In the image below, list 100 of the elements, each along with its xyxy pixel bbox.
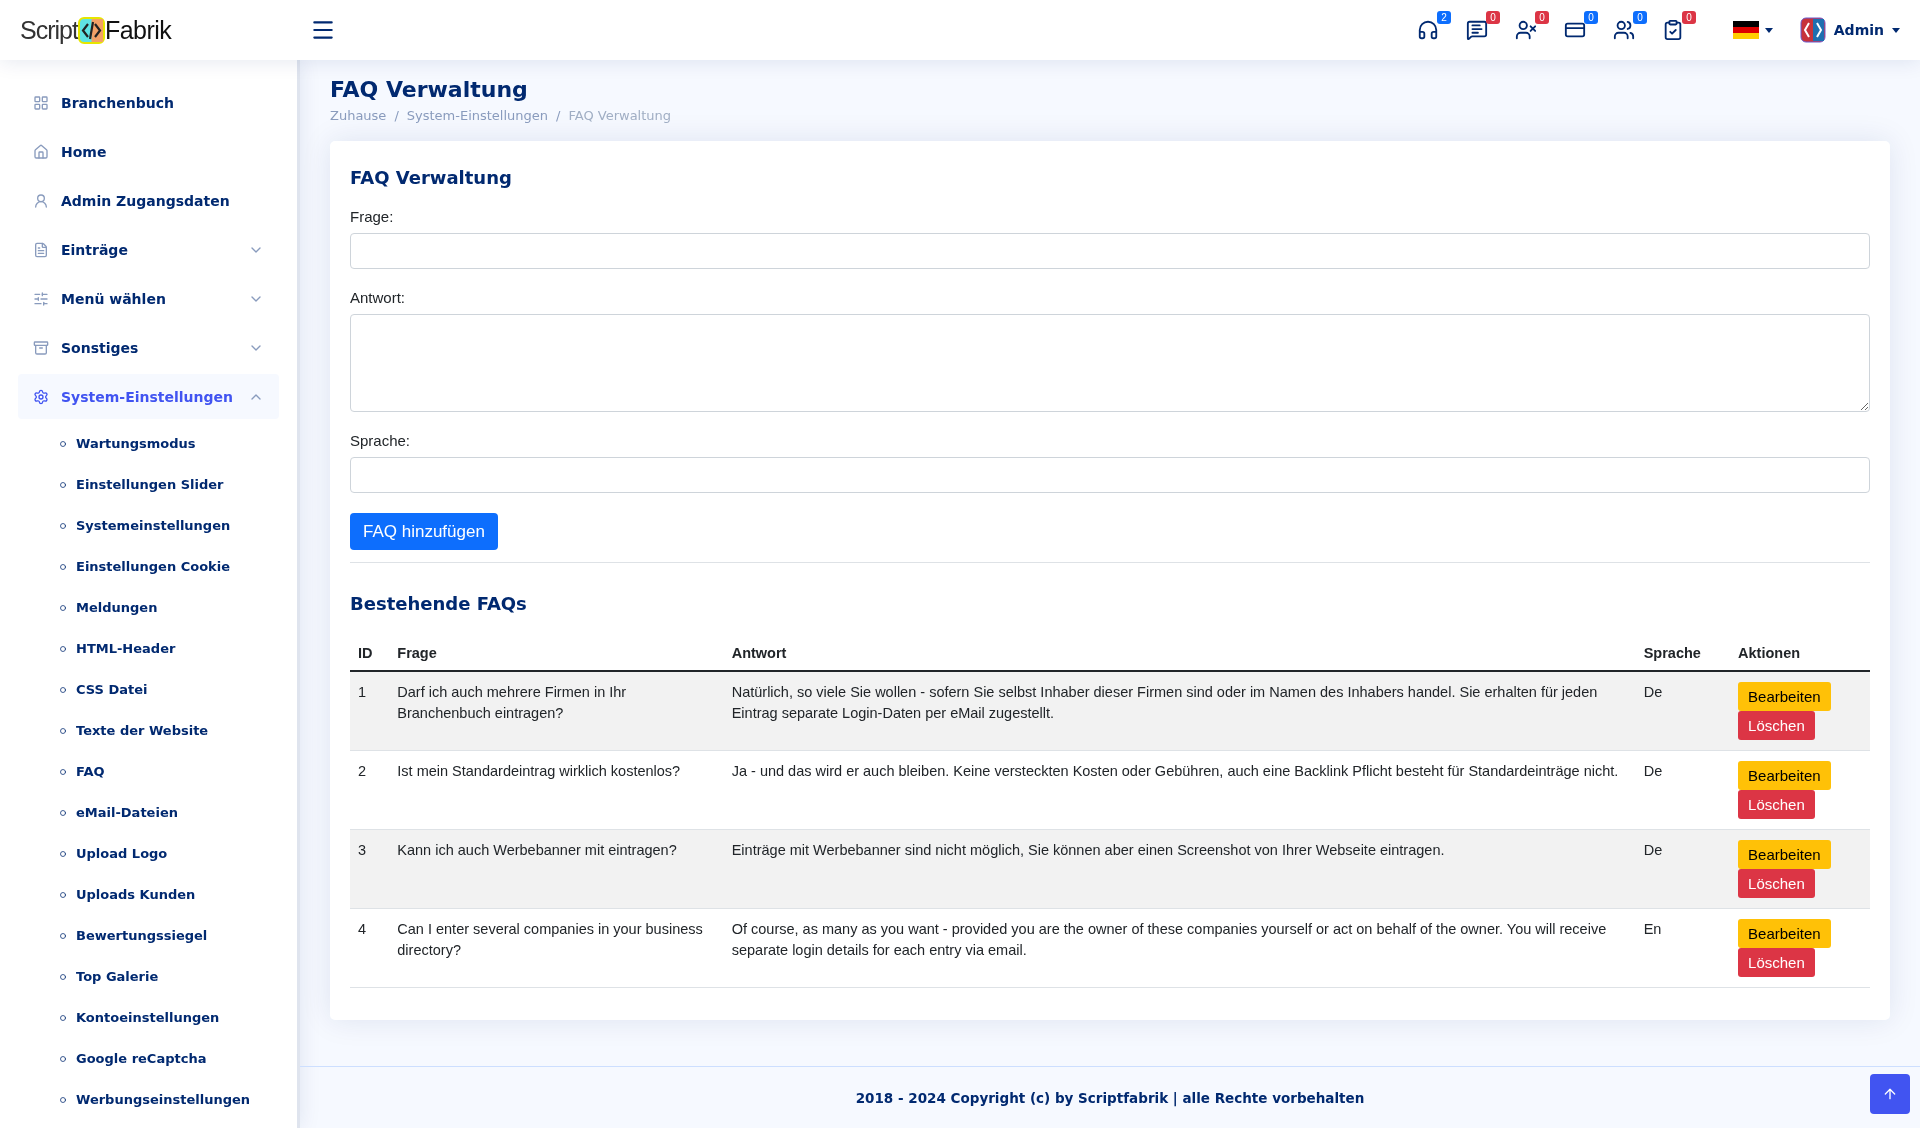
copyright-text: 2018 - 2024 Copyright (c) by Scriptfabrik | alle Rechte vorbehalten xyxy=(855,1089,1365,1106)
add-faq-button[interactable]: FAQ hinzufügen xyxy=(350,513,498,550)
table-cell: 1 xyxy=(350,671,390,751)
circle-icon xyxy=(60,481,66,488)
circle-icon xyxy=(60,768,66,775)
table-cell: De xyxy=(1635,671,1731,751)
section-title: Bestehende FAQs xyxy=(350,593,528,614)
users-icon xyxy=(1612,19,1635,41)
table-cell: Ist mein Standardeintrag wirklich kostenlos? xyxy=(389,750,724,830)
submenu-item[interactable]: Einstellungen Slider xyxy=(18,464,279,505)
notification-button[interactable]: 0 xyxy=(1514,11,1549,41)
sidebar-item[interactable]: Menü wählen xyxy=(18,276,279,321)
settings-icon xyxy=(33,388,49,405)
notification-button[interactable]: 2 xyxy=(1416,11,1451,41)
user-remove-icon xyxy=(1514,19,1537,41)
input-field[interactable] xyxy=(350,233,1870,269)
user-menu[interactable]: Admin xyxy=(1799,17,1900,43)
sidebar-item[interactable]: Home xyxy=(18,129,279,174)
table-cell: Kann ich auch Werbebanner mit eintragen? xyxy=(389,829,724,909)
circle-icon xyxy=(60,973,66,980)
table-cell: Of course, as many as you want - provided you are the owner of these companies yourself or act on behalf of the owner. You will receive separate login details for each entry via email. xyxy=(723,908,1636,988)
delete-button[interactable]: Löschen xyxy=(1738,711,1815,740)
submenu-item[interactable]: Kontoeinstellungen xyxy=(18,997,279,1038)
submenu-item[interactable]: Uploads Kunden xyxy=(18,874,279,915)
delete-button[interactable]: Löschen xyxy=(1738,869,1815,898)
submenu-item[interactable]: Meldungen xyxy=(18,587,279,628)
field-label: Antwort: xyxy=(350,289,407,306)
circle-icon xyxy=(60,645,66,652)
circle-icon xyxy=(60,850,66,857)
sliders-icon xyxy=(33,290,49,307)
submenu-item[interactable]: Texte der Website xyxy=(18,710,279,751)
sidebar-item[interactable]: Branchenbuch xyxy=(18,80,279,125)
circle-icon xyxy=(60,1055,66,1062)
submenu-item[interactable]: Werbungseinstellungen xyxy=(18,1079,279,1120)
submenu-item[interactable]: CSS Datei xyxy=(18,669,279,710)
count-badge: 0 xyxy=(1633,11,1647,24)
submenu-item[interactable]: Systemeinstellungen xyxy=(18,505,279,546)
avatar-logo-icon xyxy=(1799,17,1826,43)
count-badge: 0 xyxy=(1486,11,1500,24)
breadcrumb-separator: / xyxy=(394,108,399,123)
language-dropdown[interactable] xyxy=(1732,21,1773,39)
edit-button[interactable]: Bearbeiten xyxy=(1738,682,1831,711)
delete-button[interactable]: Löschen xyxy=(1738,948,1815,977)
submenu-item[interactable]: FAQ xyxy=(18,751,279,792)
table-cell: Ja - und das wird er auch bleiben. Keine versteckten Kosten oder Gebühren, auch eine Backlink Pflicht besteht für Standardeinträge nicht. xyxy=(723,750,1636,830)
table-cell: Einträge mit Werbebanner sind nicht möglich, Sie können aber einen Screenshot von Ihrer Webseite eintragen. xyxy=(723,829,1636,909)
sidebar-item[interactable]: Sonstiges xyxy=(18,325,279,370)
edit-button[interactable]: Bearbeiten xyxy=(1738,761,1831,790)
scroll-top-button[interactable] xyxy=(1870,1074,1910,1114)
circle-icon xyxy=(60,563,66,570)
count-badge: 0 xyxy=(1584,11,1598,24)
circle-icon xyxy=(60,440,66,447)
edit-button[interactable]: Bearbeiten xyxy=(1738,919,1831,948)
count-badge: 2 xyxy=(1437,11,1451,24)
notification-button[interactable]: 0 xyxy=(1612,11,1647,41)
table-cell: Natürlich, so viele Sie wollen - sofern Sie selbst Inhaber dieser Firmen sind oder im Namen des Inhabers handel. Sie erhalten für jeden Eintrag separate Login-Daten per eMail zugestellt. xyxy=(723,671,1636,751)
card-title: FAQ Verwaltung xyxy=(350,167,513,188)
submenu-item[interactable]: Upload Logo xyxy=(18,833,279,874)
table-cell: Can I enter several companies in your business directory? xyxy=(389,908,724,988)
circle-icon xyxy=(60,686,66,693)
count-badge: 0 xyxy=(1682,11,1696,24)
page-title: FAQ Verwaltung xyxy=(330,77,529,102)
submenu-item[interactable]: Top Galerie xyxy=(18,956,279,997)
code-logo-icon xyxy=(77,16,105,44)
submenu-item[interactable]: Google reCaptcha xyxy=(18,1038,279,1079)
notification-button[interactable]: 0 xyxy=(1465,11,1500,41)
table-cell: En xyxy=(1635,908,1731,988)
circle-icon xyxy=(60,727,66,734)
archive-icon xyxy=(33,339,49,356)
input-field[interactable] xyxy=(350,457,1870,493)
sidebar-item[interactable]: Admin Zugangsdaten xyxy=(18,178,279,223)
circle-icon xyxy=(60,522,66,529)
headset-icon xyxy=(1416,19,1439,41)
logo-text: Script xyxy=(20,15,78,45)
delete-button[interactable]: Löschen xyxy=(1738,790,1815,819)
table-cell: Darf ich auch mehrere Firmen in Ihr Branchenbuch eintragen? xyxy=(389,671,724,751)
edit-button[interactable]: Bearbeiten xyxy=(1738,840,1831,869)
submenu-item[interactable]: HTML-Header xyxy=(18,628,279,669)
notification-button[interactable]: 0 xyxy=(1661,11,1696,41)
home-icon xyxy=(33,143,49,160)
notification-button[interactable]: 0 xyxy=(1563,11,1598,41)
table-cell: 4 xyxy=(350,908,390,988)
table-cell: De xyxy=(1635,829,1731,909)
table-cell: De xyxy=(1635,750,1731,830)
sidebar-item[interactable]: Einträge xyxy=(18,227,279,272)
submenu-item[interactable]: Wartungsmodus xyxy=(18,423,279,464)
circle-icon xyxy=(60,891,66,898)
user-icon xyxy=(33,192,49,209)
circle-icon xyxy=(60,932,66,939)
sidebar-item[interactable]: System-Einstellungen xyxy=(18,374,279,419)
submenu-item[interactable]: eMail-Dateien xyxy=(18,792,279,833)
submenu-item[interactable]: Bewertungssiegel xyxy=(18,915,279,956)
circle-icon xyxy=(60,809,66,816)
chat-icon xyxy=(1465,19,1488,41)
submenu-item[interactable]: Einstellungen Cookie xyxy=(18,546,279,587)
field-label: Sprache: xyxy=(350,432,412,449)
circle-icon xyxy=(60,1096,66,1103)
german-flag-icon xyxy=(1732,21,1759,39)
count-badge: 0 xyxy=(1535,11,1549,24)
document-icon xyxy=(33,241,49,258)
